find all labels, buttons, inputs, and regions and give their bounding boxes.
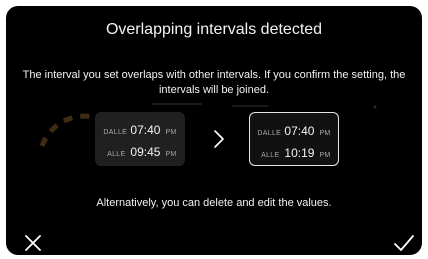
to-label: ALLE (107, 151, 126, 158)
to-period: PM (319, 152, 331, 159)
chevron-right-icon (212, 129, 226, 149)
merged-interval-to: ALLE 10:19 PM (250, 146, 338, 162)
to-time: 10:19 (284, 146, 315, 160)
to-time: 09:45 (130, 145, 161, 159)
checkmark-icon (394, 235, 414, 251)
from-time: 07:40 (130, 123, 161, 137)
confirm-button[interactable] (392, 233, 416, 253)
current-interval-card: DALLE 07:40 PM ALLE 09:45 PM (95, 112, 185, 166)
cancel-button[interactable] (22, 232, 44, 254)
dialog-screen: Overlapping intervals detected The inter… (6, 6, 422, 255)
to-period: PM (165, 151, 177, 158)
from-time: 07:40 (284, 124, 315, 138)
from-label: DALLE (257, 130, 282, 137)
from-period: PM (319, 130, 331, 137)
from-period: PM (165, 129, 177, 136)
from-label: DALLE (103, 129, 128, 136)
dialog-message: The interval you set overlaps with other… (22, 69, 406, 96)
dialog-title: Overlapping intervals detected (105, 21, 323, 38)
close-icon (25, 235, 41, 251)
current-interval-from: DALLE 07:40 PM (95, 123, 185, 139)
to-label: ALLE (261, 152, 280, 159)
alternative-hint: Alternatively, you can delete and edit t… (96, 197, 332, 209)
merged-interval-card: DALLE 07:40 PM ALLE 10:19 PM (249, 112, 339, 166)
merged-interval-from: DALLE 07:40 PM (250, 124, 338, 140)
current-interval-to: ALLE 09:45 PM (95, 145, 185, 161)
